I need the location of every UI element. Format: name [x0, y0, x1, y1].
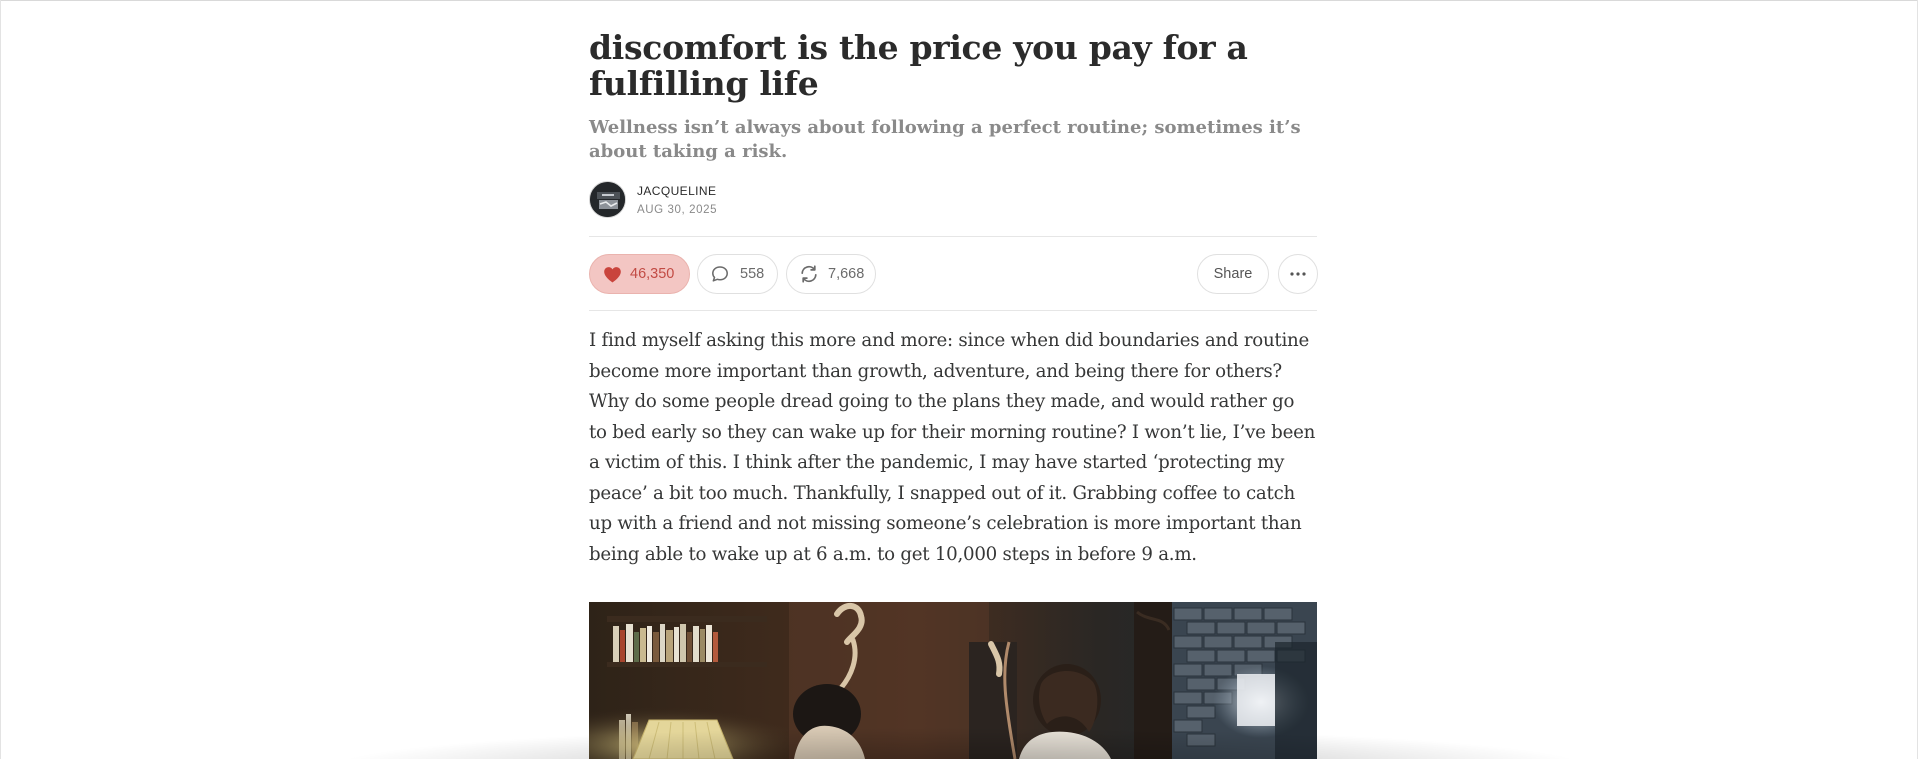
- like-button[interactable]: 46,350: [589, 254, 690, 294]
- byline: JACQUELINE AUG 30, 2025: [589, 181, 1317, 219]
- heart-icon: [603, 266, 622, 283]
- like-count: 46,350: [630, 266, 675, 282]
- post-body-paragraph: I find myself asking this more and more:…: [589, 330, 1316, 565]
- share-button[interactable]: Share: [1197, 254, 1269, 294]
- window-left-border: [0, 0, 1, 759]
- divider-bottom: [589, 310, 1317, 311]
- restack-icon: [799, 264, 819, 284]
- author-name[interactable]: JACQUELINE: [637, 184, 716, 198]
- ellipsis-icon: [1290, 272, 1306, 276]
- more-options-button[interactable]: [1278, 254, 1318, 294]
- comment-button[interactable]: 558: [697, 254, 778, 294]
- window-top-border: [0, 0, 1918, 1]
- divider-top: [589, 236, 1317, 237]
- comment-bubble-icon: [711, 265, 729, 283]
- post-action-bar: 46,350 558 7,668 Share: [589, 254, 1318, 294]
- restack-count: 7,668: [828, 266, 865, 282]
- post-date: AUG 30, 2025: [637, 204, 718, 216]
- comment-count: 558: [740, 266, 765, 282]
- restack-button[interactable]: 7,668: [786, 254, 876, 294]
- post-subtitle: Wellness isn’t always about following a …: [589, 117, 1301, 162]
- post-image: [589, 602, 1317, 759]
- post-title: discomfort is the price you pay for a fu…: [589, 28, 1248, 103]
- author-avatar[interactable]: [589, 181, 626, 218]
